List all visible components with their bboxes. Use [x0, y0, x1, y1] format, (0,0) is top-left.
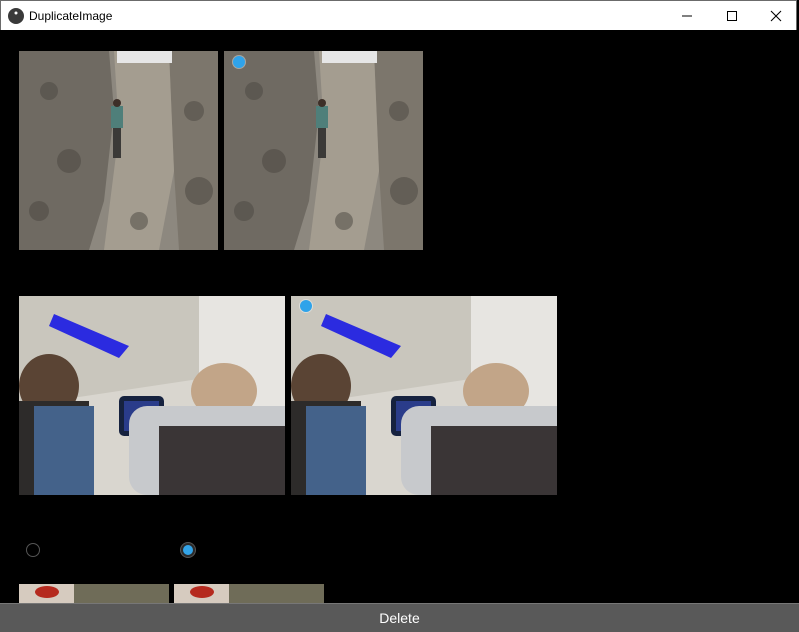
image-thumbnail[interactable]	[19, 584, 169, 603]
delete-button[interactable]: Delete	[0, 603, 799, 632]
image-thumbnail[interactable]	[174, 584, 324, 603]
selected-radio[interactable]	[300, 300, 312, 312]
image-thumbnail[interactable]	[224, 51, 423, 250]
maximize-button[interactable]	[709, 1, 754, 31]
selected-radio[interactable]	[233, 56, 245, 68]
close-icon	[770, 10, 781, 22]
select-radio[interactable]	[26, 543, 40, 557]
minimize-button[interactable]	[664, 1, 709, 31]
image-thumbnail[interactable]	[291, 296, 557, 495]
maximize-icon	[726, 11, 737, 21]
select-radio[interactable]	[181, 543, 195, 557]
title-bar: DuplicateImage	[0, 0, 797, 30]
minimize-icon	[681, 15, 692, 17]
image-thumbnail[interactable]	[19, 51, 218, 250]
image-thumbnail[interactable]	[19, 296, 285, 495]
close-button[interactable]	[753, 1, 798, 31]
duplicate-list	[0, 30, 799, 603]
app-icon	[8, 8, 24, 24]
window-title: DuplicateImage	[29, 9, 113, 23]
